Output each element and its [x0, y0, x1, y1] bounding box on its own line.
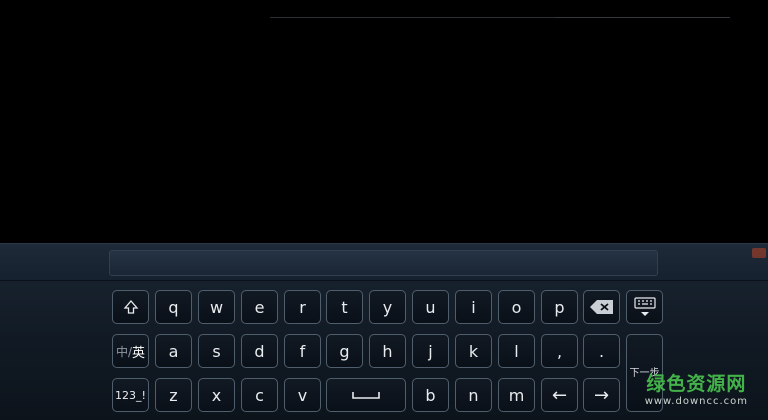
key-x[interactable]: x [198, 378, 235, 412]
key-h[interactable]: h [369, 334, 406, 368]
key-c[interactable]: c [241, 378, 278, 412]
key-i[interactable]: i [455, 290, 492, 324]
lang-english-label: 英 [132, 345, 146, 361]
candidate-bar [0, 244, 768, 281]
key-y[interactable]: y [369, 290, 406, 324]
hide-keyboard-key[interactable] [626, 290, 663, 324]
key-t[interactable]: t [326, 290, 363, 324]
right-arrow-key[interactable]: → [583, 378, 620, 412]
key-q[interactable]: q [155, 290, 192, 324]
key-k[interactable]: k [455, 334, 492, 368]
key-v[interactable]: v [284, 378, 321, 412]
watermark-url: www.downcc.com [644, 396, 748, 407]
site-watermark: 绿色资源网 www.downcc.com [645, 369, 748, 407]
key-e[interactable]: e [241, 290, 278, 324]
space-key[interactable] [326, 378, 406, 412]
key-period[interactable]: . [583, 334, 620, 368]
key-p[interactable]: p [541, 290, 578, 324]
key-n[interactable]: n [455, 378, 492, 412]
key-l[interactable]: l [498, 334, 535, 368]
composition-input[interactable] [109, 250, 658, 276]
key-w[interactable]: w [198, 290, 235, 324]
backspace-key[interactable] [583, 290, 620, 324]
backspace-icon [589, 300, 613, 314]
shift-key[interactable] [112, 290, 149, 324]
key-g[interactable]: g [326, 334, 363, 368]
key-s[interactable]: s [198, 334, 235, 368]
key-u[interactable]: u [412, 290, 449, 324]
symbols-key[interactable]: 123_! [112, 378, 149, 412]
space-icon [352, 392, 380, 399]
key-b[interactable]: b [412, 378, 449, 412]
key-comma[interactable]: , [541, 334, 578, 368]
key-m[interactable]: m [498, 378, 535, 412]
brand-logo-icon [752, 248, 766, 258]
left-arrow-key[interactable]: ← [541, 378, 578, 412]
language-switch-key[interactable]: 中/英 [112, 334, 149, 368]
key-j[interactable]: j [412, 334, 449, 368]
key-d[interactable]: d [241, 334, 278, 368]
top-divider-line [270, 17, 555, 18]
shift-icon [123, 300, 138, 314]
key-a[interactable]: a [155, 334, 192, 368]
keyboard-hide-icon [633, 297, 656, 316]
key-z[interactable]: z [155, 378, 192, 412]
key-f[interactable]: f [284, 334, 321, 368]
watermark-title: 绿色资源网 [646, 373, 747, 395]
key-r[interactable]: r [284, 290, 321, 324]
key-o[interactable]: o [498, 290, 535, 324]
lang-chinese-label: 中/ [115, 344, 133, 359]
top-divider-line [555, 17, 730, 18]
